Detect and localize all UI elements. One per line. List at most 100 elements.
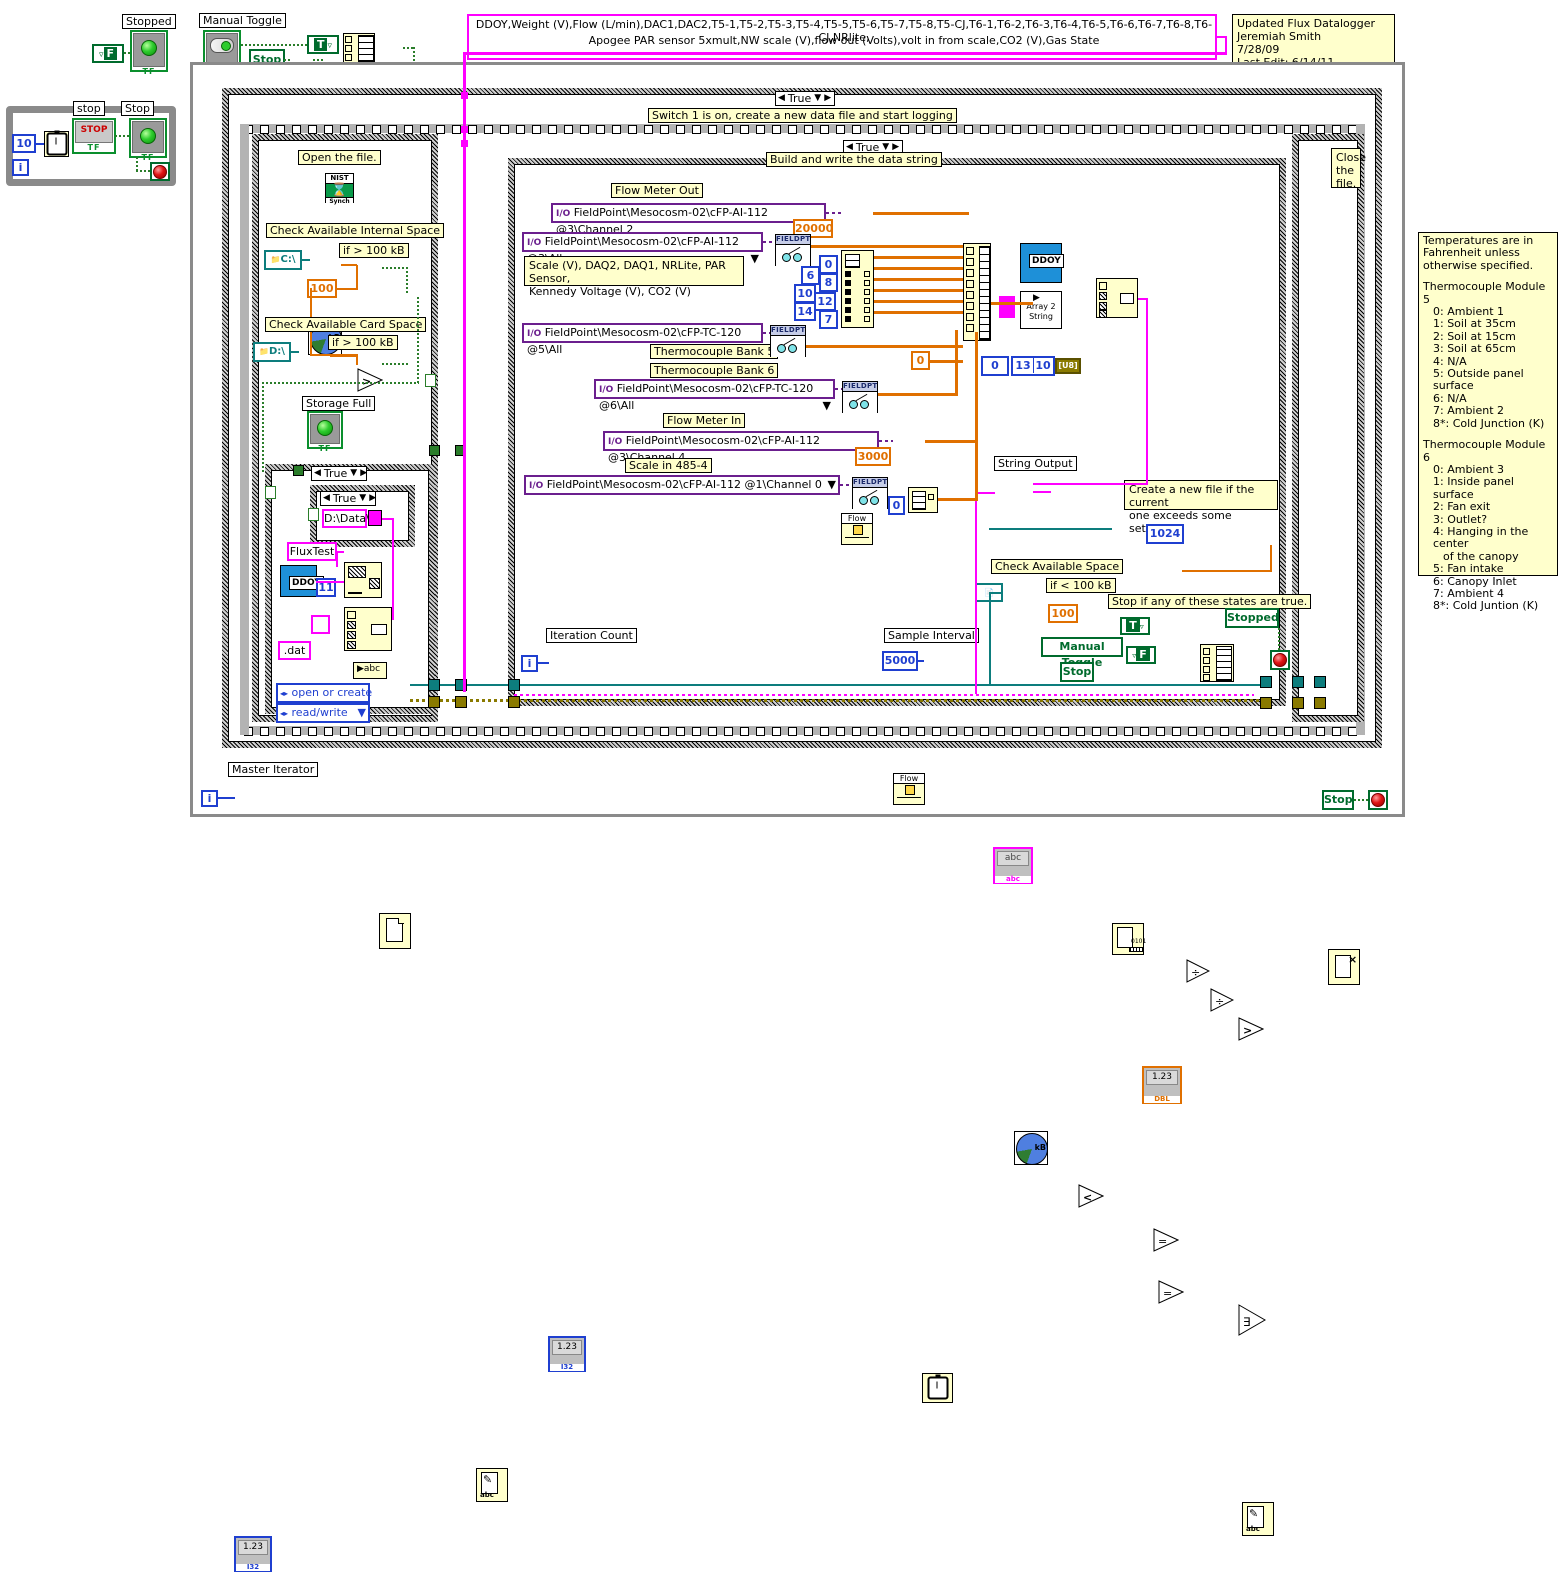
ddoy-subvi-main[interactable]: DDOY bbox=[1020, 243, 1064, 283]
scale-index-constant[interactable]: 0 bbox=[888, 496, 905, 515]
bank3-note: Scale (V), DAQ2, DAQ1, NRLite, PAR Senso… bbox=[524, 256, 744, 298]
manual-toggle-ref[interactable]: Manual Toggle bbox=[1041, 637, 1123, 669]
compound-arithmetic-node[interactable] bbox=[343, 33, 375, 63]
equal-node-1[interactable]: = bbox=[1153, 1228, 1559, 1252]
flow-meter-in-vi[interactable]: Flow bbox=[893, 773, 925, 805]
crlf-array-constant[interactable]: 13 10 bbox=[1011, 356, 1055, 376]
path-case-dd-icon[interactable]: ▼ bbox=[350, 467, 357, 480]
init-loop-stop-condition[interactable] bbox=[150, 162, 170, 181]
index-constant-0[interactable]: 0 bbox=[819, 255, 838, 274]
open-mode-ring[interactable]: ◂▸ open or create ▼ bbox=[276, 683, 372, 715]
path-inner-next-icon[interactable]: ▶ bbox=[369, 492, 376, 505]
timeout-constant[interactable]: 10 bbox=[12, 134, 36, 153]
flow-meter-in-io[interactable]: I/O FieldPoint\Mesocosm-02\cFP-AI-112 @3… bbox=[603, 431, 879, 464]
path-inner-dd-icon[interactable]: ▼ bbox=[359, 492, 366, 505]
init-stop-indicator[interactable]: TF bbox=[129, 118, 167, 162]
divide-node-1[interactable]: ÷ bbox=[1186, 959, 1559, 983]
path-case-inner-selector[interactable]: ◀ True ▼ ▶ bbox=[320, 491, 376, 506]
false-constant-top[interactable]: ▿ F bbox=[92, 44, 124, 63]
path-case-prev-icon[interactable]: ◀ bbox=[314, 467, 321, 480]
loop-stop-terminal[interactable] bbox=[1270, 650, 1290, 670]
index-array-bank3[interactable] bbox=[841, 250, 874, 328]
flow-meter-out-io[interactable]: I/O FieldPoint\Mesocosm-02\cFP-AI-112 @3… bbox=[551, 203, 826, 236]
concat-strings-main[interactable] bbox=[1096, 278, 1138, 318]
index-constant-6[interactable]: 6 bbox=[801, 266, 820, 285]
access-mode-ring[interactable]: ◂▸ read/write ▼ bbox=[276, 703, 370, 723]
fieldpoint-read-bank3[interactable]: FIELDPT bbox=[775, 234, 811, 266]
index-selector-constant[interactable]: 0 bbox=[981, 356, 1009, 376]
storage-full-indicator[interactable]: TF bbox=[307, 411, 343, 453]
outer-case-selector[interactable]: ◀ True ▼ ▶ bbox=[775, 91, 835, 106]
master-iterator-indicator[interactable]: 1.23 I32 bbox=[234, 1536, 272, 1572]
stop-false-constant[interactable]: ▿ F bbox=[1126, 646, 1156, 664]
zero-constant-mid[interactable]: 0 bbox=[911, 351, 930, 370]
delim-constant[interactable] bbox=[999, 296, 1015, 318]
sample-interval-wait-vi[interactable] bbox=[922, 1373, 953, 1403]
greater-than-filesize[interactable]: > bbox=[1238, 1017, 1559, 1041]
index-constant-7[interactable]: 7 bbox=[819, 310, 838, 329]
write-text-file-vi-right[interactable]: ✎ abc bbox=[1242, 1502, 1274, 1536]
data-dir-constant[interactable]: D:\Data\ bbox=[322, 509, 370, 528]
ddoy-subvi-left[interactable]: DDOY bbox=[280, 565, 324, 597]
index-constant-14[interactable]: 14 bbox=[794, 302, 816, 321]
bank3-all-io[interactable]: I/O FieldPoint\Mesocosm-02\cFP-AI-112 @3… bbox=[522, 232, 763, 265]
equal-node-2[interactable]: = bbox=[1158, 1280, 1559, 1304]
case-next-icon[interactable]: ▶ bbox=[824, 92, 831, 105]
iteration-count-indicator[interactable]: 1.23 I32 bbox=[548, 1336, 586, 1372]
file-prefix-constant[interactable]: FluxTest bbox=[287, 542, 337, 561]
byte-array-to-string[interactable]: [U8] bbox=[1055, 358, 1081, 374]
path-inner-prev-icon[interactable]: ◀ bbox=[323, 492, 330, 505]
bottom-stop-terminal[interactable] bbox=[1368, 790, 1388, 810]
empty-string-constant[interactable] bbox=[311, 615, 330, 634]
scale-in-io[interactable]: I/O FieldPoint\Mesocosm-02\cFP-AI-112 @1… bbox=[524, 475, 840, 495]
file-extension-constant[interactable]: .dat bbox=[278, 641, 311, 660]
or-gate-stop[interactable]: ∃ bbox=[1238, 1304, 1559, 1336]
write-text-file-vi-left[interactable]: ✎ abc bbox=[476, 1468, 508, 1502]
file-size-setpoint[interactable]: 1.23 DBL bbox=[1142, 1066, 1182, 1104]
stopped-indicator[interactable]: TF bbox=[130, 30, 168, 76]
index-constant-8[interactable]: 8 bbox=[819, 273, 838, 292]
space-check-threshold[interactable]: 100 bbox=[1048, 604, 1078, 623]
flow-in-scale-constant[interactable]: 3000 bbox=[855, 447, 891, 466]
internal-path-constant[interactable]: 📁C:\ bbox=[264, 250, 302, 270]
case-prev-icon[interactable]: ◀ bbox=[778, 92, 785, 105]
disk-space-check-vi[interactable]: kB bbox=[1014, 1131, 1048, 1165]
format-value-node[interactable] bbox=[344, 562, 382, 598]
access-mode-dd-icon[interactable]: ▼ bbox=[358, 705, 366, 720]
init-stop-button[interactable]: STOP TF bbox=[72, 118, 116, 154]
index-array-scale[interactable] bbox=[908, 487, 938, 513]
string-output-indicator[interactable]: abc abc bbox=[993, 847, 1033, 884]
less-than-space[interactable]: < bbox=[1078, 1184, 1559, 1208]
index-constant-10[interactable]: 10 bbox=[794, 284, 816, 303]
stopped-ref-indicator[interactable]: Stopped bbox=[1225, 608, 1279, 628]
nist-sync-vi[interactable]: NIST ⌛ Synch bbox=[325, 173, 354, 206]
scale-in-dd-icon[interactable]: ▼ bbox=[828, 477, 836, 492]
bank3-dd-icon[interactable]: ▼ bbox=[751, 251, 759, 266]
flow-meter-out-vi[interactable]: Flow bbox=[841, 513, 873, 545]
array-to-string-node[interactable]: Array 2 String ▶ bbox=[1020, 291, 1062, 329]
fieldpoint-read-tc6[interactable]: FIELDPT bbox=[842, 381, 878, 413]
stop-ref-control[interactable]: Stop bbox=[1060, 662, 1094, 682]
stop-true-constant[interactable]: T ▿ bbox=[1120, 617, 1150, 635]
fieldpoint-read-tc5[interactable]: FIELDPT bbox=[770, 325, 806, 357]
concatenate-strings-node[interactable] bbox=[344, 607, 392, 651]
case-dropdown-icon[interactable]: ▼ bbox=[814, 92, 821, 105]
tc6-dd-icon[interactable]: ▼ bbox=[823, 398, 831, 413]
build-array-node[interactable] bbox=[963, 243, 991, 341]
path-case-selector[interactable]: ◀ True ▼ ▶ bbox=[311, 466, 367, 481]
path-case-next-icon[interactable]: ▶ bbox=[360, 467, 367, 480]
sample-interval-constant[interactable]: 5000 bbox=[882, 651, 918, 671]
index-constant-12[interactable]: 12 bbox=[814, 292, 836, 311]
divide-node-2[interactable]: ÷ bbox=[1210, 988, 1559, 1012]
true-constant-top[interactable]: T ▿ bbox=[307, 35, 339, 54]
bottom-stop-control[interactable]: Stop bbox=[1322, 790, 1354, 810]
card-path-constant[interactable]: 📁D:\ bbox=[253, 342, 291, 362]
string-to-path-node[interactable]: ▶abc bbox=[353, 662, 387, 679]
open-create-file-vi[interactable] bbox=[379, 913, 411, 949]
get-file-size-vi[interactable]: 0101 bbox=[1112, 923, 1146, 955]
fieldpoint-read-scale[interactable]: FIELDPT bbox=[852, 477, 888, 509]
compound-or-node[interactable] bbox=[1200, 644, 1234, 682]
kb-divisor-constant[interactable]: 1024 bbox=[1146, 524, 1184, 544]
tc6-io[interactable]: I/O FieldPoint\Mesocosm-02\cFP-TC-120 @6… bbox=[594, 379, 835, 412]
tc5-io[interactable]: I/O FieldPoint\Mesocosm-02\cFP-TC-120 @5… bbox=[522, 323, 763, 356]
